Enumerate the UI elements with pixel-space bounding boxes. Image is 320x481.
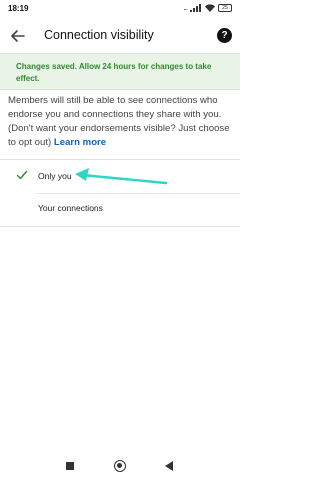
divider xyxy=(0,159,240,160)
signal-icon xyxy=(190,3,201,12)
recents-button[interactable] xyxy=(66,462,74,470)
status-icons: ... 25 xyxy=(183,3,232,12)
system-nav-bar xyxy=(0,450,240,481)
annotation-arrow-icon xyxy=(75,168,168,185)
wifi-icon xyxy=(205,3,215,12)
option-label: Your connections xyxy=(38,203,103,213)
check-icon xyxy=(16,170,28,180)
help-button[interactable]: ? xyxy=(217,28,232,43)
question-circle-icon: ? xyxy=(221,30,228,41)
status-bar: 18:19 ... 25 xyxy=(0,0,240,18)
divider xyxy=(0,226,240,227)
app-bar: Connection visibility ? xyxy=(0,18,240,54)
system-back-button[interactable] xyxy=(165,461,173,471)
success-banner: Changes saved. Allow 24 hours for change… xyxy=(0,54,240,90)
option-label: Only you xyxy=(38,171,72,181)
description-text: Members will still be able to see connec… xyxy=(8,95,230,148)
learn-more-link[interactable]: Learn more xyxy=(54,137,106,148)
option-your-connections[interactable]: Your connections xyxy=(0,194,240,224)
visibility-description: Members will still be able to see connec… xyxy=(8,94,234,150)
back-button[interactable] xyxy=(8,26,28,46)
status-time: 18:19 xyxy=(8,4,29,13)
arrow-left-icon xyxy=(11,30,25,42)
banner-message: Changes saved. Allow 24 hours for change… xyxy=(16,62,212,83)
battery-icon: 25 xyxy=(218,3,232,12)
page-title: Connection visibility xyxy=(44,28,154,42)
notification-dots: ... xyxy=(183,3,188,12)
home-button[interactable] xyxy=(114,460,126,472)
